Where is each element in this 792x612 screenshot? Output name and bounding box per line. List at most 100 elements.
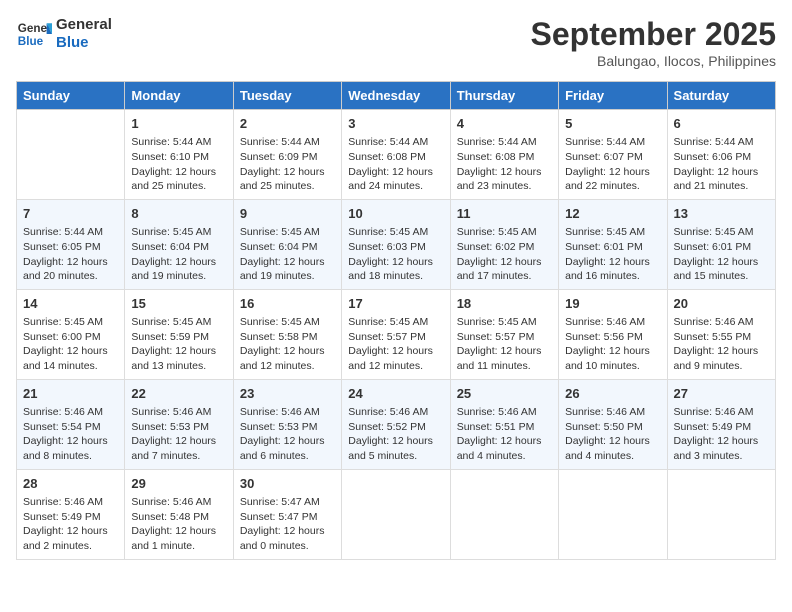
day-cell: 20 Sunrise: 5:46 AM Sunset: 5:55 PM Dayli…: [667, 289, 775, 379]
day-number: 20: [674, 295, 769, 313]
header-cell-friday: Friday: [559, 82, 667, 110]
day-cell: 1 Sunrise: 5:44 AM Sunset: 6:10 PM Daylig…: [125, 110, 233, 200]
header-cell-tuesday: Tuesday: [233, 82, 341, 110]
day-info: Sunrise: 5:45 AM Sunset: 6:01 PM Dayligh…: [565, 225, 660, 284]
day-info: Sunrise: 5:46 AM Sunset: 5:54 PM Dayligh…: [23, 405, 118, 464]
day-info: Sunrise: 5:46 AM Sunset: 5:48 PM Dayligh…: [131, 495, 226, 554]
day-number: 26: [565, 385, 660, 403]
day-cell: 26 Sunrise: 5:46 AM Sunset: 5:50 PM Dayli…: [559, 379, 667, 469]
day-info: Sunrise: 5:46 AM Sunset: 5:52 PM Dayligh…: [348, 405, 443, 464]
day-number: 24: [348, 385, 443, 403]
day-info: Sunrise: 5:44 AM Sunset: 6:08 PM Dayligh…: [348, 135, 443, 194]
month-title: September 2025: [531, 16, 776, 53]
day-cell: 11Sunrise: 5:45 AM Sunset: 6:02 PM Dayli…: [450, 199, 558, 289]
day-info: Sunrise: 5:45 AM Sunset: 6:04 PM Dayligh…: [240, 225, 335, 284]
day-info: Sunrise: 5:45 AM Sunset: 6:00 PM Dayligh…: [23, 315, 118, 374]
calendar-table: SundayMondayTuesdayWednesdayThursdayFrid…: [16, 81, 776, 560]
day-cell: 13Sunrise: 5:45 AM Sunset: 6:01 PM Dayli…: [667, 199, 775, 289]
day-cell: 7 Sunrise: 5:44 AM Sunset: 6:05 PM Daylig…: [17, 199, 125, 289]
day-cell: 2 Sunrise: 5:44 AM Sunset: 6:09 PM Daylig…: [233, 110, 341, 200]
day-info: Sunrise: 5:44 AM Sunset: 6:06 PM Dayligh…: [674, 135, 769, 194]
day-info: Sunrise: 5:44 AM Sunset: 6:10 PM Dayligh…: [131, 135, 226, 194]
day-info: Sunrise: 5:46 AM Sunset: 5:51 PM Dayligh…: [457, 405, 552, 464]
day-cell: [450, 469, 558, 559]
day-number: 29: [131, 475, 226, 493]
header-cell-sunday: Sunday: [17, 82, 125, 110]
logo-blue: Blue: [56, 34, 112, 52]
location-title: Balungao, Ilocos, Philippines: [531, 53, 776, 69]
header-cell-thursday: Thursday: [450, 82, 558, 110]
day-info: Sunrise: 5:45 AM Sunset: 5:57 PM Dayligh…: [457, 315, 552, 374]
day-cell: 17Sunrise: 5:45 AM Sunset: 5:57 PM Dayli…: [342, 289, 450, 379]
logo-icon: General Blue: [16, 16, 52, 52]
day-info: Sunrise: 5:46 AM Sunset: 5:53 PM Dayligh…: [131, 405, 226, 464]
day-info: Sunrise: 5:45 AM Sunset: 6:04 PM Dayligh…: [131, 225, 226, 284]
day-info: Sunrise: 5:46 AM Sunset: 5:53 PM Dayligh…: [240, 405, 335, 464]
day-info: Sunrise: 5:44 AM Sunset: 6:08 PM Dayligh…: [457, 135, 552, 194]
day-cell: [17, 110, 125, 200]
day-number: 30: [240, 475, 335, 493]
day-cell: [342, 469, 450, 559]
day-info: Sunrise: 5:46 AM Sunset: 5:49 PM Dayligh…: [23, 495, 118, 554]
header-cell-saturday: Saturday: [667, 82, 775, 110]
week-row-5: 28Sunrise: 5:46 AM Sunset: 5:49 PM Dayli…: [17, 469, 776, 559]
day-cell: 8 Sunrise: 5:45 AM Sunset: 6:04 PM Daylig…: [125, 199, 233, 289]
day-number: 4: [457, 115, 552, 133]
week-row-3: 14 Sunrise: 5:45 AM Sunset: 6:00 PM Dayli…: [17, 289, 776, 379]
day-number: 22: [131, 385, 226, 403]
logo-general: General: [56, 16, 112, 34]
day-info: Sunrise: 5:45 AM Sunset: 6:03 PM Dayligh…: [348, 225, 443, 284]
title-area: September 2025 Balungao, Ilocos, Philipp…: [531, 16, 776, 69]
day-cell: 25 Sunrise: 5:46 AM Sunset: 5:51 PM Dayli…: [450, 379, 558, 469]
header-row: SundayMondayTuesdayWednesdayThursdayFrid…: [17, 82, 776, 110]
day-cell: 19 Sunrise: 5:46 AM Sunset: 5:56 PM Dayli…: [559, 289, 667, 379]
day-number: 3: [348, 115, 443, 133]
day-number: 9: [240, 205, 335, 223]
day-cell: [667, 469, 775, 559]
day-cell: 12 Sunrise: 5:45 AM Sunset: 6:01 PM Dayli…: [559, 199, 667, 289]
day-info: Sunrise: 5:44 AM Sunset: 6:05 PM Dayligh…: [23, 225, 118, 284]
day-number: 13: [674, 205, 769, 223]
day-cell: 28Sunrise: 5:46 AM Sunset: 5:49 PM Dayli…: [17, 469, 125, 559]
week-row-1: 1 Sunrise: 5:44 AM Sunset: 6:10 PM Daylig…: [17, 110, 776, 200]
svg-text:Blue: Blue: [18, 35, 44, 48]
day-cell: 9 Sunrise: 5:45 AM Sunset: 6:04 PM Daylig…: [233, 199, 341, 289]
day-number: 18: [457, 295, 552, 313]
day-number: 27: [674, 385, 769, 403]
week-row-2: 7 Sunrise: 5:44 AM Sunset: 6:05 PM Daylig…: [17, 199, 776, 289]
day-number: 8: [131, 205, 226, 223]
day-cell: 15Sunrise: 5:45 AM Sunset: 5:59 PM Dayli…: [125, 289, 233, 379]
day-cell: 29 Sunrise: 5:46 AM Sunset: 5:48 PM Dayli…: [125, 469, 233, 559]
day-number: 11: [457, 205, 552, 223]
day-number: 6: [674, 115, 769, 133]
day-number: 10: [348, 205, 443, 223]
day-info: Sunrise: 5:44 AM Sunset: 6:09 PM Dayligh…: [240, 135, 335, 194]
day-number: 19: [565, 295, 660, 313]
day-number: 16: [240, 295, 335, 313]
day-cell: 5Sunrise: 5:44 AM Sunset: 6:07 PM Daylig…: [559, 110, 667, 200]
day-number: 17: [348, 295, 443, 313]
day-cell: 24 Sunrise: 5:46 AM Sunset: 5:52 PM Dayli…: [342, 379, 450, 469]
day-cell: 6 Sunrise: 5:44 AM Sunset: 6:06 PM Daylig…: [667, 110, 775, 200]
calendar-body: 1 Sunrise: 5:44 AM Sunset: 6:10 PM Daylig…: [17, 110, 776, 560]
day-info: Sunrise: 5:45 AM Sunset: 5:58 PM Dayligh…: [240, 315, 335, 374]
day-cell: [559, 469, 667, 559]
header-cell-wednesday: Wednesday: [342, 82, 450, 110]
day-number: 7: [23, 205, 118, 223]
day-number: 14: [23, 295, 118, 313]
day-number: 12: [565, 205, 660, 223]
day-cell: 23Sunrise: 5:46 AM Sunset: 5:53 PM Dayli…: [233, 379, 341, 469]
day-cell: 21Sunrise: 5:46 AM Sunset: 5:54 PM Dayli…: [17, 379, 125, 469]
day-cell: 18 Sunrise: 5:45 AM Sunset: 5:57 PM Dayli…: [450, 289, 558, 379]
day-number: 1: [131, 115, 226, 133]
day-info: Sunrise: 5:46 AM Sunset: 5:55 PM Dayligh…: [674, 315, 769, 374]
calendar-header: SundayMondayTuesdayWednesdayThursdayFrid…: [17, 82, 776, 110]
day-cell: 30 Sunrise: 5:47 AM Sunset: 5:47 PM Dayli…: [233, 469, 341, 559]
day-info: Sunrise: 5:46 AM Sunset: 5:50 PM Dayligh…: [565, 405, 660, 464]
day-info: Sunrise: 5:47 AM Sunset: 5:47 PM Dayligh…: [240, 495, 335, 554]
day-number: 2: [240, 115, 335, 133]
day-cell: 3 Sunrise: 5:44 AM Sunset: 6:08 PM Daylig…: [342, 110, 450, 200]
header: General Blue General Blue September 2025…: [16, 16, 776, 69]
day-number: 25: [457, 385, 552, 403]
day-info: Sunrise: 5:46 AM Sunset: 5:56 PM Dayligh…: [565, 315, 660, 374]
